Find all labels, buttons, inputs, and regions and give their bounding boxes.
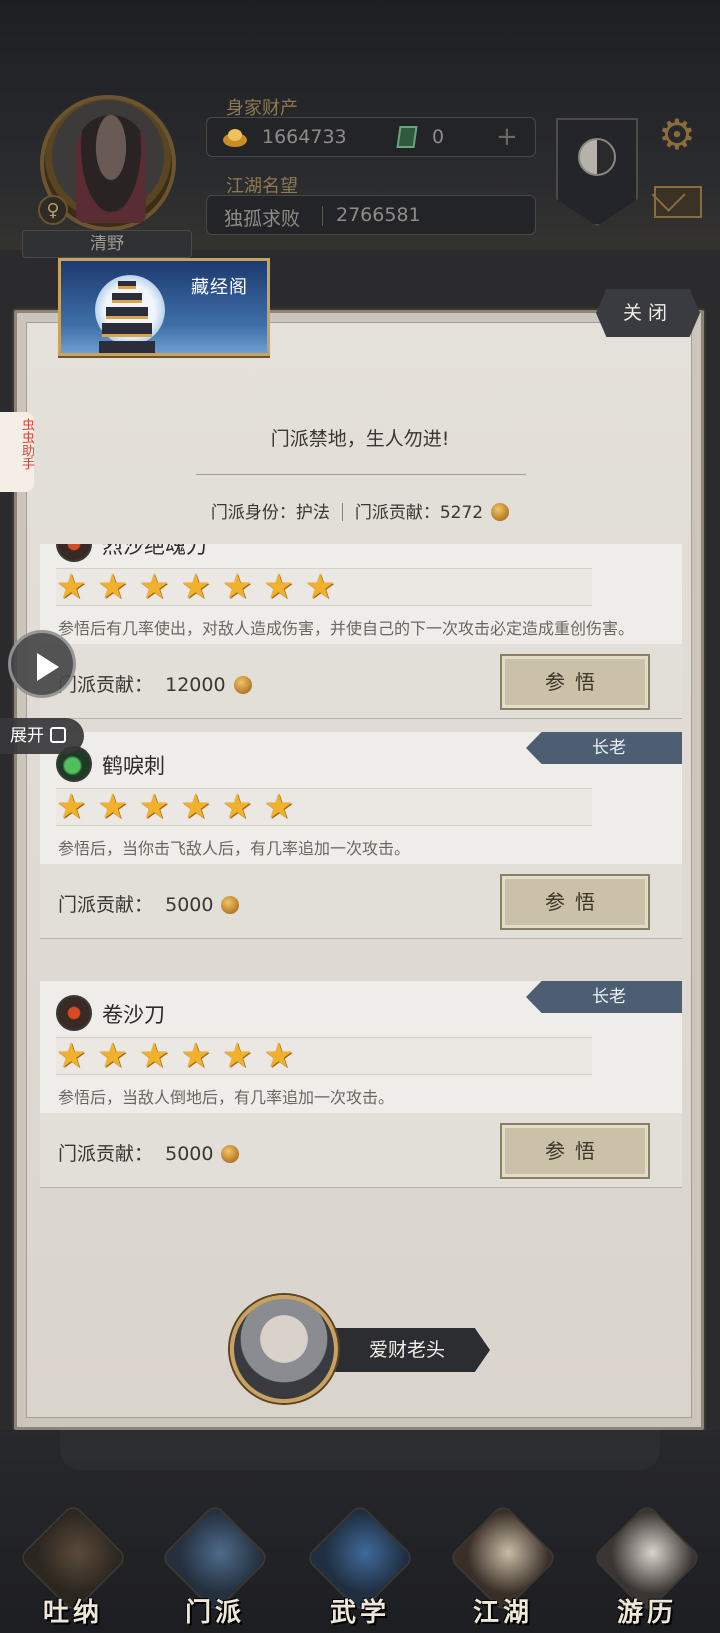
contribution-label: 门派贡献： bbox=[354, 503, 440, 523]
jade-icon bbox=[396, 126, 418, 148]
expand-button[interactable]: 展开 bbox=[0, 718, 84, 754]
skill-description: 参悟后，当敌人倒地后，有几率追加一次攻击。 bbox=[58, 1088, 395, 1107]
cost-value: 12000 bbox=[165, 674, 226, 696]
nav-label: 江湖 bbox=[472, 1598, 533, 1628]
taiji-icon bbox=[578, 138, 616, 176]
contribution-value: 5272 bbox=[439, 503, 484, 523]
skill-card: 长老 鹤唳刺 ★ ★ ★ ★ ★ ★ 参悟后，当你击飞敌人后，有几率追加一次攻击。 门派贡… bbox=[40, 732, 682, 938]
nav-item-jianghu[interactable]: 江湖 bbox=[438, 1502, 568, 1633]
star-icon: ★ bbox=[180, 1036, 211, 1076]
helper-tab[interactable]: 虫虫助手 bbox=[0, 412, 34, 492]
cost-value: 5000 bbox=[165, 1143, 214, 1165]
gold-ingot-icon bbox=[223, 129, 247, 147]
star-icon: ★ bbox=[56, 787, 87, 827]
pagoda-image bbox=[99, 271, 155, 353]
jade-amount: 0 bbox=[432, 126, 445, 148]
library-banner: 藏经阁 bbox=[58, 258, 270, 356]
star-icon: ★ bbox=[97, 1036, 128, 1076]
banner-title: 藏经阁 bbox=[191, 277, 248, 298]
star-icon: ★ bbox=[97, 567, 128, 607]
close-button[interactable]: 关闭 bbox=[596, 289, 700, 337]
play-icon[interactable] bbox=[8, 630, 76, 698]
player-name: 清野 bbox=[22, 230, 192, 258]
identity-value: 护法 bbox=[295, 503, 330, 523]
contribution-coin-icon bbox=[233, 676, 252, 694]
avatar-portrait bbox=[76, 115, 146, 223]
skill-description: 参悟后有几率使出，对敌人造成伤害，并使自己的下一次攻击必定造成重创伤害。 bbox=[58, 619, 635, 638]
contribution-coin-icon bbox=[221, 1145, 240, 1163]
divider bbox=[196, 474, 526, 475]
skill-list[interactable]: 烈沙绝魂刀 ★ ★ ★ ★ ★ ★ ★ 参悟后有几率使出，对敌人造成伤害，并使自己的下一次攻… bbox=[30, 544, 690, 1264]
nav-backdrop bbox=[60, 1430, 660, 1470]
gender-female-icon: ♀ bbox=[38, 195, 68, 225]
star-icon: ★ bbox=[180, 567, 211, 607]
panel-motto: 门派禁地，生人勿进! bbox=[270, 428, 450, 450]
skill-cost: 门派贡献： 5000 bbox=[58, 1139, 240, 1166]
skill-name: 卷沙刀 bbox=[102, 1003, 165, 1027]
star-icon: ★ bbox=[139, 567, 170, 607]
cost-label: 门派贡献： bbox=[58, 1143, 154, 1165]
cost-label: 门派贡献： bbox=[58, 894, 154, 916]
star-icon: ★ bbox=[263, 1036, 294, 1076]
status-separator bbox=[341, 503, 343, 521]
star-icon: ★ bbox=[222, 567, 253, 607]
npc-portrait[interactable] bbox=[230, 1295, 338, 1403]
resource-bar bbox=[206, 117, 536, 157]
star-rating: ★ ★ ★ ★ ★ ★ bbox=[56, 1037, 592, 1075]
cost-value: 5000 bbox=[165, 894, 214, 916]
skill-name: 烈沙绝魂刀 bbox=[102, 544, 207, 558]
gear-icon[interactable]: ⚙ bbox=[654, 112, 700, 158]
star-rating: ★ ★ ★ ★ ★ ★ bbox=[56, 788, 592, 826]
skill-card: 长老 卷沙刀 ★ ★ ★ ★ ★ ★ 参悟后，当敌人倒地后，有几率追加一次攻击。 门派贡献… bbox=[40, 981, 682, 1187]
star-icon: ★ bbox=[263, 787, 294, 827]
nav-item-sect[interactable]: 门派 bbox=[150, 1502, 280, 1633]
nav-label: 门派 bbox=[184, 1598, 245, 1628]
star-icon: ★ bbox=[139, 787, 170, 827]
nav-label: 游历 bbox=[616, 1598, 677, 1628]
star-icon: ★ bbox=[97, 787, 128, 827]
add-currency-button[interactable]: + bbox=[496, 122, 518, 152]
gold-amount: 1664733 bbox=[262, 126, 347, 148]
divider-highlight bbox=[196, 477, 526, 478]
skill-card: 烈沙绝魂刀 ★ ★ ★ ★ ★ ★ ★ 参悟后有几率使出，对敌人造成伤害，并使自己的下一次攻… bbox=[40, 544, 682, 718]
expand-icon bbox=[50, 727, 66, 743]
star-icon: ★ bbox=[56, 1036, 87, 1076]
mail-icon[interactable] bbox=[654, 186, 702, 218]
skill-cost: 门派贡献： 12000 bbox=[58, 670, 252, 697]
star-icon: ★ bbox=[180, 787, 211, 827]
fame-divider bbox=[322, 206, 323, 226]
star-icon: ★ bbox=[222, 1036, 253, 1076]
rank-tag: 长老 bbox=[526, 981, 682, 1013]
skill-name: 鹤唳刺 bbox=[102, 754, 165, 778]
blade-icon bbox=[56, 544, 92, 562]
contribution-coin-icon bbox=[221, 896, 240, 914]
skill-description: 参悟后，当你击飞敌人后，有几率追加一次攻击。 bbox=[58, 839, 411, 858]
nav-item-tuna[interactable]: 吐纳 bbox=[8, 1502, 138, 1633]
star-icon: ★ bbox=[56, 567, 87, 607]
fame-value: 2766581 bbox=[336, 204, 421, 226]
contribution-coin-icon bbox=[491, 503, 510, 521]
blade-icon bbox=[56, 995, 92, 1031]
nav-item-travel[interactable]: 游历 bbox=[582, 1502, 712, 1633]
skill-cost: 门派贡献： 5000 bbox=[58, 890, 240, 917]
nav-item-martial[interactable]: 武学 bbox=[295, 1502, 425, 1633]
nav-label: 吐纳 bbox=[42, 1598, 103, 1628]
star-icon: ★ bbox=[139, 1036, 170, 1076]
nav-label: 武学 bbox=[329, 1598, 390, 1628]
sect-status-row: 门派身份：护法 门派贡献：5272 bbox=[0, 498, 720, 523]
rank-tag: 长老 bbox=[526, 732, 682, 764]
identity-label: 门派身份： bbox=[210, 503, 296, 523]
comprehend-button[interactable]: 参悟 bbox=[500, 1123, 650, 1179]
comprehend-button[interactable]: 参悟 bbox=[500, 874, 650, 930]
star-rating: ★ ★ ★ ★ ★ ★ ★ bbox=[56, 568, 592, 606]
star-icon: ★ bbox=[222, 787, 253, 827]
star-icon: ★ bbox=[263, 567, 294, 607]
star-icon: ★ bbox=[305, 567, 336, 607]
expand-label: 展开 bbox=[10, 726, 44, 746]
fame-title: 独孤求败 bbox=[224, 208, 301, 230]
comprehend-button[interactable]: 参悟 bbox=[500, 654, 650, 710]
